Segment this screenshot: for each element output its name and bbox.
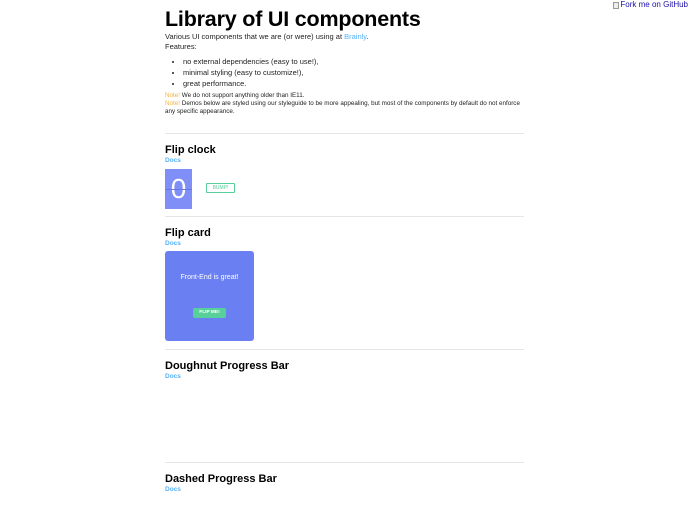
page: Fork me on GitHub Library of UI componen…	[0, 0, 688, 512]
section-dashed-progress: Dashed Progress Bar Docs	[165, 473, 524, 509]
list-item: no external dependencies (easy to use!),	[183, 56, 524, 67]
header: Library of UI components Various UI comp…	[165, 6, 524, 116]
note-label: Note!	[165, 92, 181, 99]
features-list: no external dependencies (easy to use!),…	[165, 56, 524, 89]
note-ie11: Note! We do not support anything older t…	[165, 92, 524, 100]
section-flip-clock: Flip clock Docs 0 BUMP!	[165, 144, 524, 210]
divider	[165, 216, 524, 217]
note-text: We do not support anything older than IE…	[180, 92, 305, 99]
notes: Note! We do not support anything older t…	[165, 92, 524, 116]
note-label: Note!	[165, 100, 181, 107]
flip-me-button[interactable]: FLIP ME!	[193, 308, 226, 318]
divider	[165, 349, 524, 350]
fork-me-link[interactable]: Fork me on GitHub	[613, 0, 688, 10]
fork-me-label: Fork me on GitHub	[620, 0, 688, 9]
intro-prefix: Various UI components that we are (or we…	[165, 32, 345, 41]
flip-clock-digit: 0	[165, 169, 192, 209]
flip-card-text: Front-End is great!	[180, 274, 239, 281]
page-title: Library of UI components	[165, 7, 421, 31]
divider	[165, 462, 524, 463]
list-item: great performance.	[183, 78, 524, 89]
intro-text: Various UI components that we are (or we…	[165, 32, 524, 42]
bump-button[interactable]: BUMP!	[206, 183, 235, 193]
section-title: Flip clock	[165, 144, 216, 156]
divider	[165, 133, 524, 134]
docs-link[interactable]: Docs	[165, 373, 524, 381]
docs-link[interactable]: Docs	[165, 486, 524, 494]
section-doughnut-progress: Doughnut Progress Bar Docs	[165, 360, 524, 460]
intro-suffix: .	[366, 32, 369, 41]
list-item: minimal styling (easy to customize!),	[183, 67, 524, 78]
docs-link[interactable]: Docs	[165, 157, 524, 165]
section-title: Doughnut Progress Bar	[165, 360, 290, 372]
section-flip-card: Flip card Docs Front-End is great! FLIP …	[165, 227, 524, 343]
note-text: Demos below are styled using our stylegu…	[165, 100, 520, 115]
section-title: Flip card	[165, 227, 211, 239]
brainly-link[interactable]: Brainly	[344, 32, 366, 41]
docs-link[interactable]: Docs	[165, 240, 524, 248]
note-styleguide: Note! Demos below are styled using our s…	[165, 100, 524, 116]
flip-card[interactable]: Front-End is great! FLIP ME!	[165, 251, 254, 341]
features-label: Features:	[165, 42, 197, 51]
broken-image-icon	[613, 1, 620, 9]
section-title: Dashed Progress Bar	[165, 473, 277, 485]
